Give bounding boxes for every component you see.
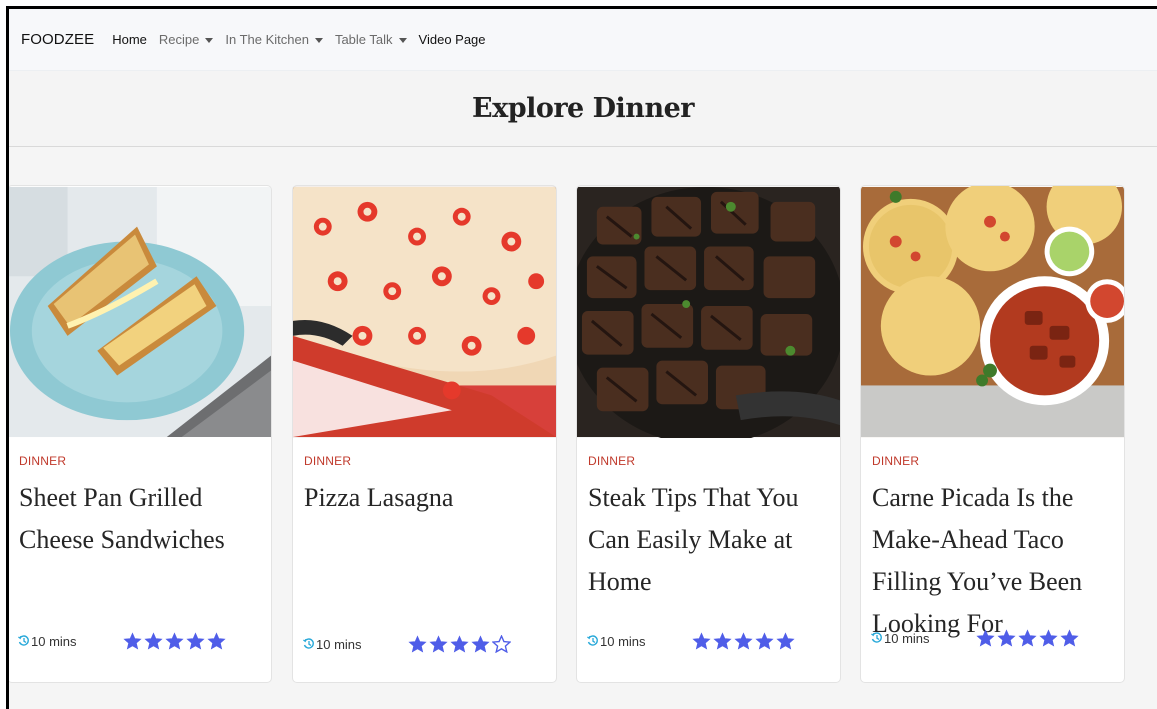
carne-picada-image bbox=[861, 186, 1124, 438]
star-rating[interactable] bbox=[691, 632, 797, 650]
star-filled-icon[interactable] bbox=[1017, 629, 1037, 647]
star-filled-icon[interactable] bbox=[206, 632, 226, 650]
cook-time-label: 10 mins bbox=[600, 633, 646, 649]
star-rating[interactable] bbox=[975, 629, 1081, 647]
recipe-card[interactable]: DINNER Steak Tips That You Can Easily Ma… bbox=[576, 185, 841, 683]
card-body: DINNER Carne Picada Is the Make-Ahead Ta… bbox=[861, 438, 1124, 682]
star-filled-icon[interactable] bbox=[712, 632, 732, 650]
recipe-card[interactable]: DINNER Sheet Pan Grilled Cheese Sandwich… bbox=[9, 185, 272, 683]
recipe-title[interactable]: Carne Picada Is the Make-Ahead Taco Fill… bbox=[872, 477, 1113, 645]
star-outline-icon[interactable] bbox=[491, 635, 511, 653]
pizza-lasagna-image bbox=[293, 186, 556, 438]
star-filled-icon[interactable] bbox=[449, 635, 469, 653]
nav-home[interactable]: Home bbox=[112, 32, 147, 47]
clock-icon bbox=[303, 638, 314, 649]
nav-table-talk-label: Table Talk bbox=[334, 32, 393, 47]
page-title: Explore Dinner bbox=[472, 93, 694, 124]
cook-time: 10 mins bbox=[303, 637, 362, 652]
star-filled-icon[interactable] bbox=[428, 635, 448, 653]
star-filled-icon[interactable] bbox=[975, 629, 995, 647]
star-filled-icon[interactable] bbox=[1059, 629, 1079, 647]
recipe-card-grid: DINNER Sheet Pan Grilled Cheese Sandwich… bbox=[9, 147, 1157, 707]
nav-recipe-label: Recipe bbox=[158, 32, 200, 47]
star-filled-icon[interactable] bbox=[1038, 629, 1058, 647]
category-label[interactable]: DINNER bbox=[588, 454, 829, 468]
card-body: DINNER Pizza Lasagna 10 mins bbox=[293, 438, 556, 682]
recipe-title[interactable]: Pizza Lasagna bbox=[304, 477, 545, 519]
category-label[interactable]: DINNER bbox=[872, 454, 1113, 468]
card-body: DINNER Steak Tips That You Can Easily Ma… bbox=[577, 438, 840, 682]
card-body: DINNER Sheet Pan Grilled Cheese Sandwich… bbox=[9, 438, 271, 682]
nav-in-the-kitchen-label: In The Kitchen bbox=[225, 32, 309, 47]
recipe-card[interactable]: DINNER Pizza Lasagna 10 mins bbox=[292, 185, 557, 683]
star-filled-icon[interactable] bbox=[775, 632, 795, 650]
steak-tips-image bbox=[577, 186, 840, 438]
nav-home-label: Home bbox=[112, 32, 147, 47]
nav-in-the-kitchen-dropdown[interactable]: In The Kitchen bbox=[225, 32, 323, 47]
clock-icon bbox=[871, 632, 882, 643]
star-filled-icon[interactable] bbox=[122, 632, 142, 650]
star-rating[interactable] bbox=[122, 632, 228, 650]
clock-icon bbox=[18, 635, 29, 646]
cook-time-label: 10 mins bbox=[316, 636, 362, 652]
recipe-title[interactable]: Steak Tips That You Can Easily Make at H… bbox=[588, 477, 829, 603]
category-label[interactable]: DINNER bbox=[19, 454, 260, 468]
star-filled-icon[interactable] bbox=[733, 632, 753, 650]
navbar: FOODZEE Home Recipe In The Kitchen Table… bbox=[9, 9, 1157, 71]
nav-video-page[interactable]: Video Page bbox=[419, 32, 486, 47]
star-filled-icon[interactable] bbox=[185, 632, 205, 650]
recipe-card[interactable]: DINNER Carne Picada Is the Make-Ahead Ta… bbox=[860, 185, 1125, 683]
page-header: Explore Dinner bbox=[9, 71, 1157, 147]
cook-time: 10 mins bbox=[587, 634, 646, 649]
cook-time: 10 mins bbox=[871, 631, 930, 646]
category-label[interactable]: DINNER bbox=[304, 454, 545, 468]
brand-logo[interactable]: FOODZEE bbox=[21, 31, 94, 48]
nav-recipe-dropdown[interactable]: Recipe bbox=[158, 32, 214, 47]
grilled-cheese-image bbox=[9, 186, 271, 438]
star-rating[interactable] bbox=[407, 635, 513, 653]
star-filled-icon[interactable] bbox=[164, 632, 184, 650]
star-filled-icon[interactable] bbox=[143, 632, 163, 650]
cook-time: 10 mins bbox=[18, 634, 77, 649]
recipe-meta: 10 mins bbox=[18, 632, 261, 650]
nav-table-talk-dropdown[interactable]: Table Talk bbox=[335, 32, 407, 47]
recipe-title[interactable]: Sheet Pan Grilled Cheese Sandwiches bbox=[19, 477, 260, 561]
recipe-meta: 10 mins bbox=[303, 635, 546, 653]
star-filled-icon[interactable] bbox=[996, 629, 1016, 647]
browser-viewport: FOODZEE Home Recipe In The Kitchen Table… bbox=[6, 6, 1157, 709]
cook-time-label: 10 mins bbox=[31, 633, 77, 649]
nav-video-page-label: Video Page bbox=[418, 32, 486, 47]
star-filled-icon[interactable] bbox=[691, 632, 711, 650]
caret-down-icon bbox=[205, 37, 214, 43]
recipe-meta: 10 mins bbox=[871, 629, 1114, 647]
caret-down-icon bbox=[314, 37, 323, 43]
caret-down-icon bbox=[398, 37, 407, 43]
cook-time-label: 10 mins bbox=[884, 630, 930, 646]
star-filled-icon[interactable] bbox=[407, 635, 427, 653]
recipe-meta: 10 mins bbox=[587, 632, 830, 650]
star-filled-icon[interactable] bbox=[754, 632, 774, 650]
clock-icon bbox=[587, 635, 598, 646]
star-filled-icon[interactable] bbox=[470, 635, 490, 653]
